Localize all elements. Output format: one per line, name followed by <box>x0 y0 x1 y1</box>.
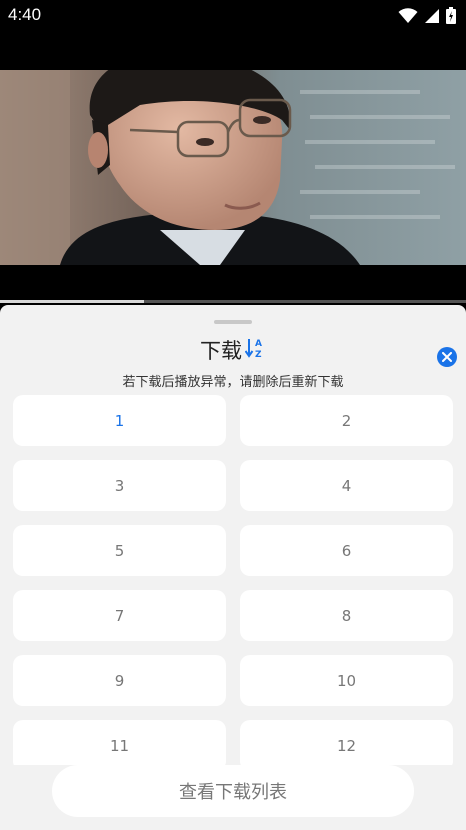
episode-button[interactable]: 2 <box>240 395 453 446</box>
signal-icon <box>425 8 439 23</box>
episode-button[interactable]: 9 <box>13 655 226 706</box>
episode-button[interactable]: 3 <box>13 460 226 511</box>
episode-button[interactable]: 10 <box>240 655 453 706</box>
episode-button[interactable]: 12 <box>240 720 453 765</box>
svg-text:A: A <box>255 339 262 349</box>
close-icon <box>442 352 452 362</box>
battery-icon <box>446 7 456 24</box>
video-progress-fill <box>0 300 145 303</box>
video-progress-bar[interactable] <box>0 300 466 303</box>
episode-button[interactable]: 11 <box>13 720 226 765</box>
episode-grid: 1 2 3 4 5 6 7 8 9 10 11 12 <box>13 395 453 765</box>
episode-button[interactable]: 5 <box>13 525 226 576</box>
status-icons <box>398 7 456 24</box>
episode-button[interactable]: 8 <box>240 590 453 641</box>
episode-button[interactable]: 7 <box>13 590 226 641</box>
view-download-list-button[interactable]: 查看下载列表 <box>52 765 414 817</box>
svg-text:Z: Z <box>255 350 262 359</box>
download-note: 若下载后播放异常，请删除后重新下载 <box>122 375 344 390</box>
drag-handle[interactable] <box>214 320 252 324</box>
status-time: 4:40 <box>8 5 42 24</box>
video-frame <box>0 70 466 265</box>
episode-button[interactable]: 6 <box>240 525 453 576</box>
wifi-icon <box>398 7 418 23</box>
video-player[interactable] <box>0 70 466 265</box>
download-sheet: 下载 A Z 若下载后播放异常，请删除后重新下载 1 2 3 4 5 6 7 8 9 10 11 12… <box>0 305 466 830</box>
episode-button[interactable]: 1 <box>13 395 226 446</box>
status-bar: 4:40 <box>0 0 466 32</box>
sheet-title: 下载 <box>200 339 242 363</box>
episode-button[interactable]: 4 <box>240 460 453 511</box>
close-button[interactable] <box>437 347 457 367</box>
sort-az-icon[interactable]: A Z <box>244 337 265 363</box>
